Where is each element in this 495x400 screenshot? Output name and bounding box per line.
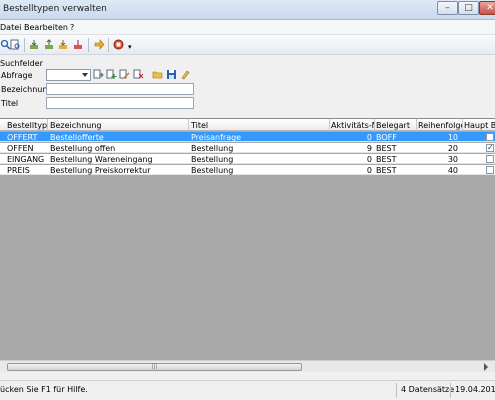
cell-belegart: BEST	[376, 166, 397, 175]
table-row[interactable]: EINGANG Bestellung Wareneingang Bestellung…	[0, 154, 495, 164]
haupt-checkbox[interactable]: ✓	[486, 144, 494, 152]
close-button[interactable]: ✕	[479, 1, 495, 15]
table-row[interactable]: OFFEN Bestellung offen Bestellung 9 BEST 20 ✓	[0, 143, 495, 153]
cell-titel: Bestellung	[191, 144, 234, 153]
window-title: Bestelltypen verwalten	[3, 4, 107, 14]
column-header-titel[interactable]: Titel	[191, 121, 328, 130]
title-bar[interactable]: Bestelltypen verwalten – □ ✕	[0, 0, 495, 20]
cell-bestelltyp: OFFEN	[7, 144, 34, 153]
column-header-belegart[interactable]: Belegart	[376, 121, 416, 130]
move-last-icon[interactable]	[73, 39, 84, 50]
cell-reihenfolge: 40	[447, 166, 458, 175]
cell-aktivitaet: 9	[366, 144, 372, 153]
haupt-checkbox[interactable]	[486, 155, 494, 163]
cell-belegart: BOFF	[376, 133, 397, 142]
column-header-aktivitaet[interactable]: Aktivitäts-N	[331, 121, 374, 130]
document-search-icon[interactable]	[10, 39, 21, 50]
table-row[interactable]: OFFERT Bestellofferte Preisanfrage 0 BOFF 10	[0, 132, 495, 142]
cell-titel: Bestellung	[191, 166, 234, 175]
status-bar: ücken Sie F1 für Hilfe. 4 Datensätze 19.…	[0, 380, 495, 400]
cell-bezeichnung: Bestellofferte	[50, 133, 104, 142]
stop-icon[interactable]	[113, 39, 124, 50]
menu-bearbeiten[interactable]: Bearbeiten	[24, 23, 68, 32]
toolbar: ▾	[0, 35, 495, 55]
status-help-text: ücken Sie F1 für Hilfe.	[0, 385, 88, 394]
cell-titel: Bestellung	[191, 155, 234, 164]
minimize-button[interactable]: –	[437, 1, 458, 15]
search-group-label: Suchfelder	[0, 59, 43, 68]
chevron-down-icon	[82, 73, 88, 77]
toolbar-separator	[108, 38, 109, 52]
query-delete-icon[interactable]	[133, 69, 144, 80]
description-field[interactable]	[46, 83, 194, 95]
cell-titel: Preisanfrage	[191, 133, 242, 142]
cell-reihenfolge: 20	[447, 144, 458, 153]
cell-aktivitaet: 0	[366, 166, 372, 175]
cell-bezeichnung: Bestellung offen	[50, 144, 116, 153]
cell-belegart: BEST	[376, 155, 397, 164]
cell-bestelltyp: OFFERT	[7, 133, 38, 142]
column-header-bestelltyp[interactable]: Bestelltyp	[7, 121, 47, 130]
column-header-haupt[interactable]: Haupt Be	[464, 121, 495, 130]
table-row[interactable]: PREIS Bestellung Preiskorrektur Bestellung…	[0, 165, 495, 175]
column-header-bezeichnung[interactable]: Bezeichnung	[50, 121, 188, 130]
grid-header: Bestelltyp Bezeichnung Titel Aktivitäts-…	[0, 119, 495, 131]
query-edit-icon[interactable]	[119, 69, 130, 80]
save-icon[interactable]	[166, 69, 177, 80]
cell-bezeichnung: Bestellung Wareneingang	[50, 155, 153, 164]
menu-help[interactable]: ?	[70, 23, 74, 32]
cell-bestelltyp: PREIS	[7, 166, 30, 175]
cell-aktivitaet: 0	[366, 133, 372, 142]
description-label: Bezeichnung	[1, 85, 53, 94]
toolbar-separator	[88, 38, 89, 52]
cell-reihenfolge: 30	[447, 155, 458, 164]
move-next-icon[interactable]	[58, 39, 69, 50]
move-previous-icon[interactable]	[44, 39, 55, 50]
cell-bestelltyp: EINGANG	[7, 155, 45, 164]
scroll-right-icon[interactable]	[484, 363, 488, 371]
title-field[interactable]	[46, 97, 194, 109]
clear-icon[interactable]	[180, 69, 191, 80]
dropdown-icon[interactable]: ▾	[128, 43, 139, 54]
cell-bezeichnung: Bestellung Preiskorrektur	[50, 166, 151, 175]
haupt-checkbox[interactable]	[486, 133, 494, 141]
arrow-right-icon[interactable]	[94, 39, 105, 50]
data-grid[interactable]: Bestelltyp Bezeichnung Titel Aktivitäts-…	[0, 118, 495, 360]
column-header-reihenfolge[interactable]: Reihenfolge	[418, 121, 462, 130]
toolbar-separator	[24, 38, 25, 52]
query-combobox[interactable]	[46, 69, 91, 81]
cell-belegart: BEST	[376, 144, 397, 153]
query-label: Abfrage	[1, 71, 33, 80]
status-record-count: 4 Datensätze	[401, 385, 455, 394]
scrollbar-thumb[interactable]: |||	[7, 363, 302, 371]
move-first-icon[interactable]	[29, 39, 40, 50]
horizontal-scrollbar[interactable]: |||	[0, 360, 495, 372]
menu-bar: Datei Bearbeiten ?	[0, 20, 495, 35]
status-date: 19.04.2012	[455, 385, 495, 394]
query-run-icon[interactable]	[93, 69, 104, 80]
haupt-checkbox[interactable]	[486, 166, 494, 174]
cell-reihenfolge: 10	[447, 133, 458, 142]
cell-aktivitaet: 0	[366, 155, 372, 164]
spacer	[0, 372, 495, 380]
maximize-button[interactable]: □	[458, 1, 479, 15]
query-add-icon[interactable]	[106, 69, 117, 80]
menu-datei[interactable]: Datei	[0, 23, 21, 32]
title-label: Titel	[1, 99, 19, 108]
folder-open-icon[interactable]	[152, 69, 163, 80]
